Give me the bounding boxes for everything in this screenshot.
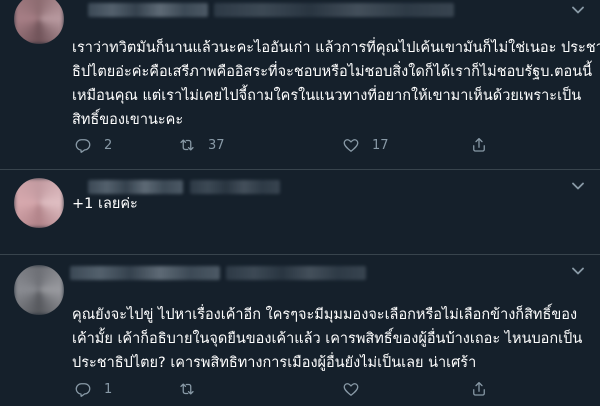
avatar[interactable] bbox=[14, 0, 64, 44]
tweet[interactable]: คุณยังจะไปขู่ ไปหาเรื่องเค้าอีก ใครๆจะมี… bbox=[0, 255, 600, 406]
tweet-actions: 1 bbox=[72, 379, 584, 399]
retweet-icon bbox=[178, 380, 196, 398]
tweet[interactable]: เราว่าทวิตมันก็นานแล้วนะคะไออันเก่า แล้ว… bbox=[0, 0, 600, 170]
reply-button[interactable]: 2 bbox=[74, 135, 112, 155]
avatar[interactable] bbox=[14, 178, 64, 228]
tweet-text: คุณยังจะไปขู่ ไปหาเรื่องเค้าอีก ใครๆจะมี… bbox=[72, 303, 584, 375]
author-name-redacted[interactable] bbox=[88, 3, 208, 17]
share-icon bbox=[470, 136, 488, 154]
tweet-text: เราว่าทวิตมันก็นานแล้วนะคะไออันเก่า แล้ว… bbox=[72, 36, 600, 132]
like-icon bbox=[342, 380, 360, 398]
share-button[interactable] bbox=[470, 379, 500, 399]
tweet-text-line: เหมือนคุณ แต่เราไม่เคยไปจี้ถามใครในแนวทา… bbox=[72, 88, 582, 104]
reply-button[interactable]: 1 bbox=[74, 379, 112, 399]
reply-count: 1 bbox=[104, 381, 113, 397]
share-icon bbox=[470, 380, 488, 398]
retweet-count: 37 bbox=[208, 137, 225, 153]
reply-count: 2 bbox=[104, 137, 113, 153]
avatar[interactable] bbox=[14, 265, 64, 315]
tweet[interactable]: +1 เลยค่ะ bbox=[0, 170, 600, 255]
reply-icon bbox=[74, 136, 92, 154]
caret-down-icon[interactable] bbox=[570, 263, 586, 279]
tweet-text-line: สิทธิ์ของเขานะคะ bbox=[72, 112, 184, 128]
caret-down-icon[interactable] bbox=[570, 2, 586, 18]
tweet-text-line: ประชาธิปไตย? เคารพสิทธิทางการเมืองผู้อื่… bbox=[72, 355, 477, 371]
tweet-text: +1 เลยค่ะ bbox=[72, 192, 584, 216]
like-button[interactable] bbox=[342, 379, 372, 399]
author-handle-redacted[interactable] bbox=[214, 3, 454, 17]
author-handle-redacted[interactable] bbox=[226, 266, 366, 280]
retweet-button[interactable] bbox=[178, 379, 208, 399]
author-name-redacted[interactable] bbox=[70, 266, 220, 280]
tweet-text-line: คุณยังจะไปขู่ ไปหาเรื่องเค้าอีก ใครๆจะมี… bbox=[72, 307, 578, 323]
share-button[interactable] bbox=[470, 135, 500, 155]
tweet-text-line: +1 เลยค่ะ bbox=[72, 196, 138, 212]
like-count: 17 bbox=[372, 137, 389, 153]
tweet-text-line: เราว่าทวิตมันก็นานแล้วนะคะไออันเก่า แล้ว… bbox=[72, 40, 600, 56]
reply-icon bbox=[74, 380, 92, 398]
retweet-icon bbox=[178, 136, 196, 154]
tweet-actions: 2 37 17 bbox=[72, 135, 584, 155]
like-icon bbox=[342, 136, 360, 154]
tweet-text-line: ธิปไตยอ่ะค่ะคือเสรีภาพคืออิสระที่จะชอบหร… bbox=[72, 64, 593, 80]
retweet-button[interactable]: 37 bbox=[178, 135, 225, 155]
tweet-text-line: เค้ามั้ย เค้าก็อธิบายในจุดยืนของเค้าแล้ว… bbox=[72, 331, 583, 347]
like-button[interactable]: 17 bbox=[342, 135, 389, 155]
